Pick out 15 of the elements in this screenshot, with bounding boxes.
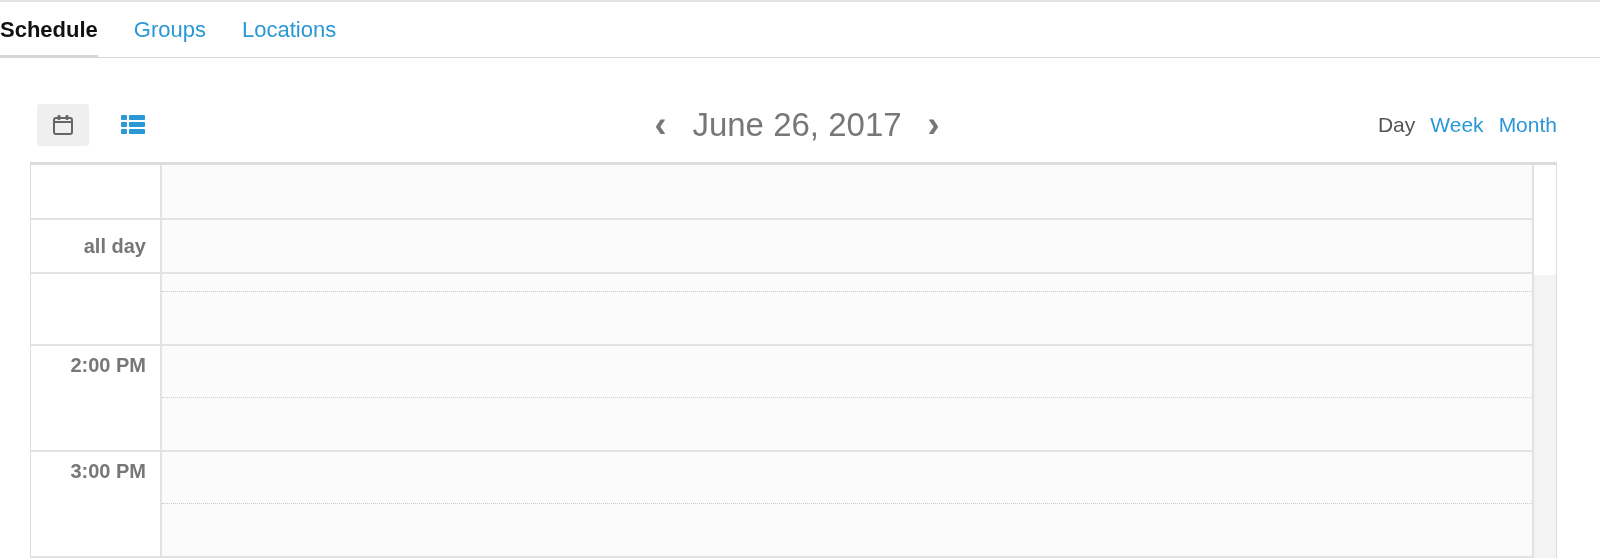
view-button[interactable]	[37, 104, 89, 146]
calendar-icon	[52, 114, 74, 136]
range-link[interactable]: Month	[1498, 113, 1557, 137]
range-link[interactable]: Day	[1377, 113, 1416, 137]
time-label: 2:00 PM	[70, 354, 146, 377]
tab[interactable]: Schedule	[0, 2, 98, 58]
all-day-label: all day	[83, 234, 146, 258]
list-icon	[121, 115, 145, 135]
previous-button[interactable]: ‹	[650, 107, 671, 143]
tab[interactable]: Locations	[241, 2, 337, 58]
range-link[interactable]: Week	[1430, 113, 1484, 137]
tab[interactable]: Groups	[133, 2, 206, 58]
time-label: 3:00 PM	[70, 460, 146, 483]
next-button[interactable]: ›	[923, 107, 944, 143]
date-title: June 26, 2017	[692, 106, 902, 144]
